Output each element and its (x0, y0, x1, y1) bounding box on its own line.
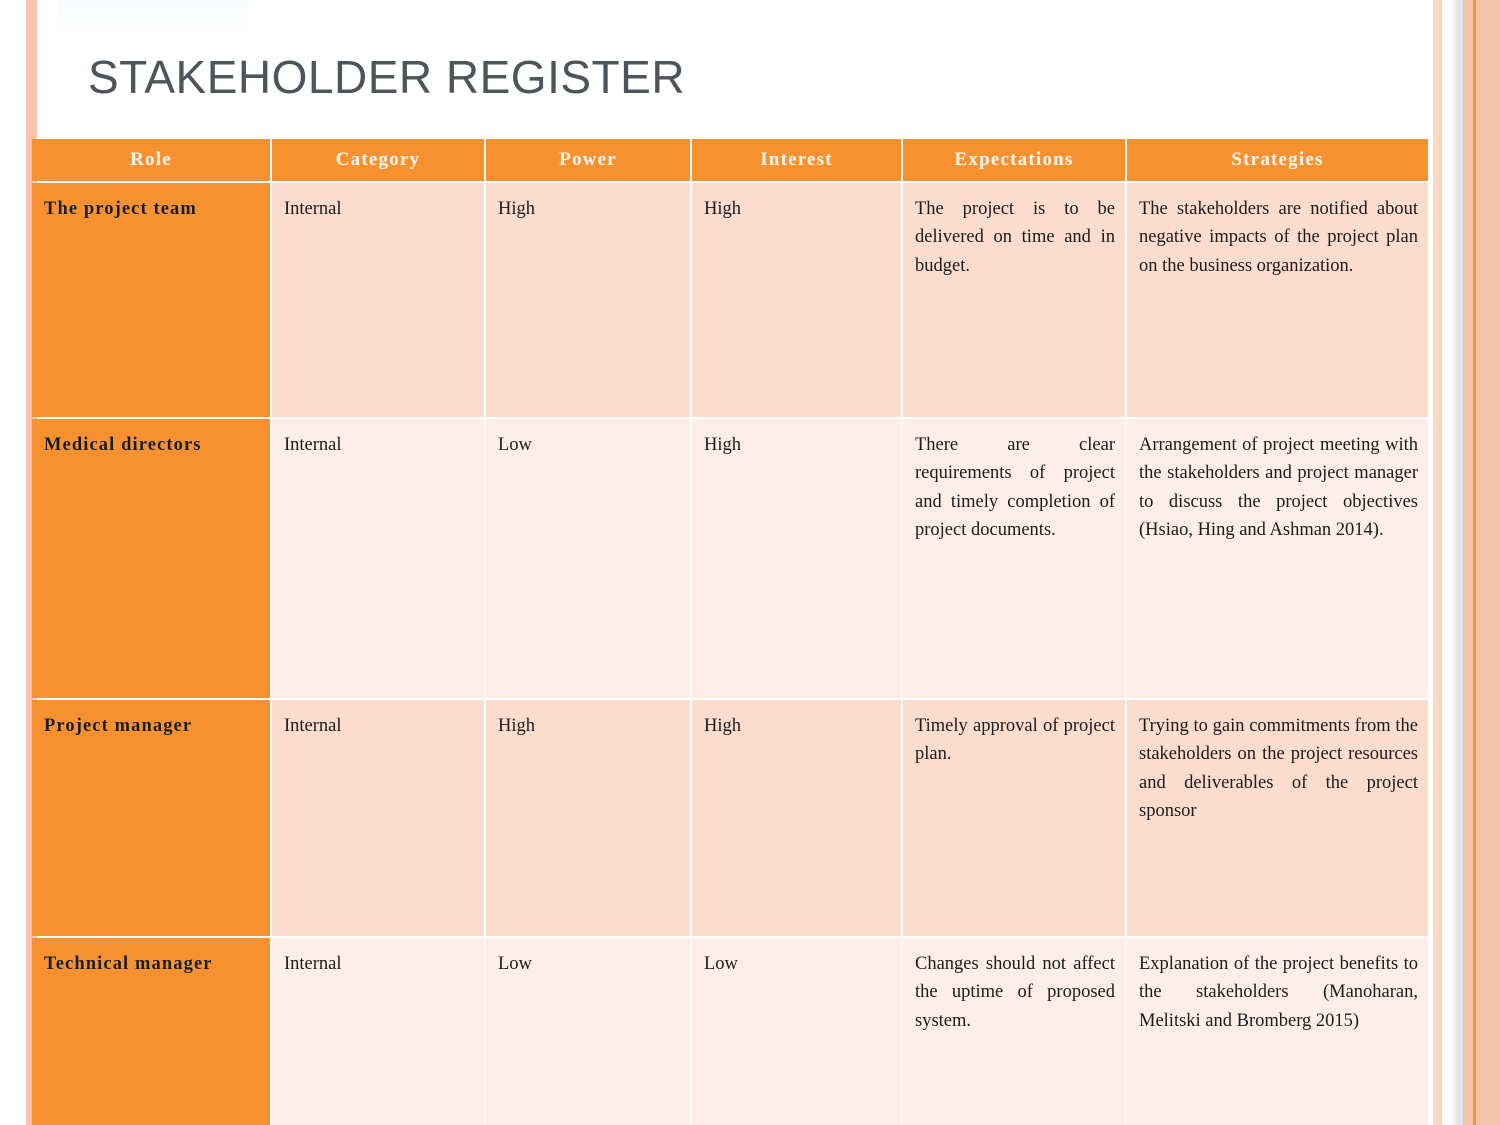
band-segment-white-2 (1442, 0, 1451, 1125)
cell-power: Low (486, 419, 690, 698)
band-segment-grey (1451, 0, 1463, 1125)
column-header-interest: Interest (692, 139, 901, 181)
stakeholder-register-table-wrapper: Role Category Power Interest Expectation… (30, 137, 1428, 1125)
cell-strategies: The stakeholders are notified about nega… (1127, 183, 1428, 417)
table-header-row: Role Category Power Interest Expectation… (32, 139, 1428, 181)
slide-canvas: STAKEHOLDER REGISTER Role Category Power… (0, 0, 1500, 1125)
cell-interest: High (692, 183, 901, 417)
band-segment-peach-1 (1433, 0, 1442, 1125)
cell-power: High (486, 183, 690, 417)
cell-strategies: Explanation of the project benefits to t… (1127, 938, 1428, 1125)
cell-expectations: Timely approval of project plan. (903, 700, 1125, 936)
cell-expectations: There are clear requirements of project … (903, 419, 1125, 698)
column-header-power: Power (486, 139, 690, 181)
cell-expectations: The project is to be delivered on time a… (903, 183, 1125, 417)
cell-interest: High (692, 700, 901, 936)
cell-role: The project team (32, 183, 270, 417)
band-segment-peach-3 (1476, 0, 1500, 1125)
band-segment-peach-2 (1463, 0, 1473, 1125)
column-header-strategies: Strategies (1127, 139, 1428, 181)
cell-strategies: Trying to gain commitments from the stak… (1127, 700, 1428, 936)
column-header-expectations: Expectations (903, 139, 1125, 181)
cell-interest: High (692, 419, 901, 698)
cell-category: Internal (272, 938, 484, 1125)
table-row: Project manager Internal High High Timel… (32, 700, 1428, 936)
cell-role: Technical manager (32, 938, 270, 1125)
table-row: Medical directors Internal Low High Ther… (32, 419, 1428, 698)
cell-category: Internal (272, 183, 484, 417)
table-row: Technical manager Internal Low Low Chang… (32, 938, 1428, 1125)
cell-role: Project manager (32, 700, 270, 936)
page-title: STAKEHOLDER REGISTER (88, 51, 686, 103)
stakeholder-register-table: Role Category Power Interest Expectation… (30, 137, 1430, 1125)
column-header-role: Role (32, 139, 270, 181)
cell-expectations: Changes should not affect the uptime of … (903, 938, 1125, 1125)
cell-power: High (486, 700, 690, 936)
cell-interest: Low (692, 938, 901, 1125)
cell-strategies: Arrangement of project meeting with the … (1127, 419, 1428, 698)
cell-power: Low (486, 938, 690, 1125)
table-row: The project team Internal High High The … (32, 183, 1428, 417)
cell-category: Internal (272, 419, 484, 698)
watermark-logo (58, 0, 248, 34)
cell-category: Internal (272, 700, 484, 936)
column-header-category: Category (272, 139, 484, 181)
cell-role: Medical directors (32, 419, 270, 698)
